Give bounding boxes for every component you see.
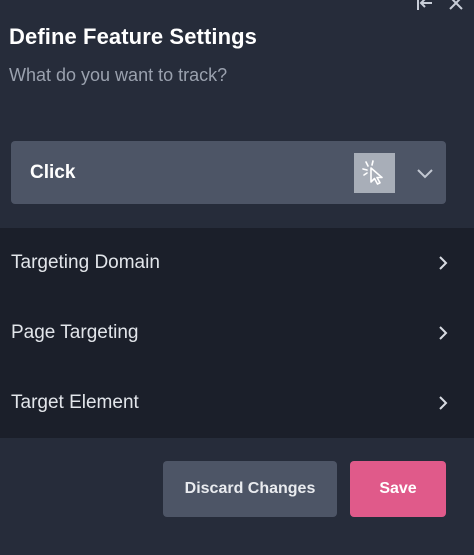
collapse-left-icon[interactable] bbox=[416, 0, 434, 12]
chevron-right-icon bbox=[438, 255, 448, 271]
page-subtitle: What do you want to track? bbox=[9, 65, 228, 85]
chevron-down-icon[interactable] bbox=[408, 167, 442, 179]
page-targeting-label: Page Targeting bbox=[11, 322, 139, 343]
page-targeting-item[interactable]: Page Targeting bbox=[0, 298, 474, 368]
close-icon[interactable] bbox=[448, 0, 464, 11]
page-title: Define Feature Settings bbox=[9, 24, 258, 49]
target-element-item[interactable]: Target Element bbox=[0, 368, 474, 438]
window-controls bbox=[416, 0, 464, 12]
targeting-domain-label: Targeting Domain bbox=[11, 252, 160, 273]
discard-changes-button[interactable]: Discard Changes bbox=[163, 461, 337, 517]
save-button[interactable]: Save bbox=[350, 461, 446, 517]
targeting-list: Targeting Domain Page Targeting Target E… bbox=[0, 228, 474, 438]
targeting-domain-item[interactable]: Targeting Domain bbox=[0, 228, 474, 298]
cursor-click-icon bbox=[354, 152, 395, 193]
tracking-type-value: Click bbox=[30, 161, 76, 183]
action-buttons: Discard Changes Save bbox=[163, 461, 446, 517]
target-element-label: Target Element bbox=[11, 392, 139, 413]
chevron-right-icon bbox=[438, 395, 448, 411]
tracking-type-select[interactable]: Click bbox=[11, 141, 446, 204]
chevron-right-icon bbox=[438, 325, 448, 341]
